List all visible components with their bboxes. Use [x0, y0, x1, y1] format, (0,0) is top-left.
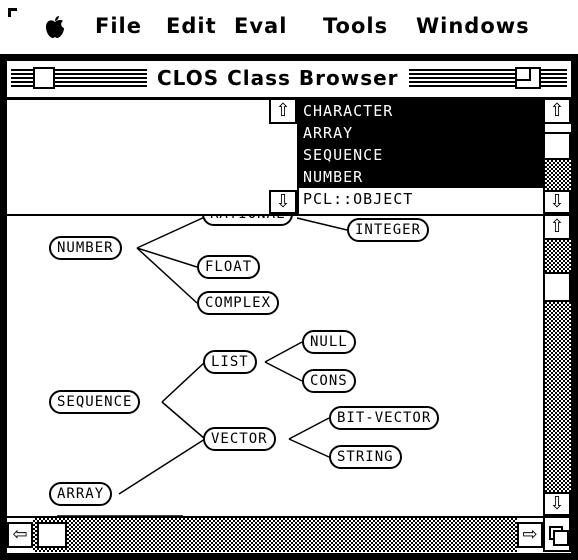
selector-scroll-gray: [545, 160, 571, 190]
close-box[interactable]: [33, 67, 55, 89]
graph-node-array[interactable]: ARRAY: [49, 482, 113, 506]
class-graph-pane[interactable]: RATIONAL INTEGER NUMBER FLOAT COMPLEX NU…: [7, 216, 543, 516]
title-bar[interactable]: CLOS Class Browser: [7, 61, 571, 100]
edge-list-null: [264, 341, 303, 363]
selector-scrollbar[interactable]: ⇧ ⇩: [543, 100, 571, 214]
menu-eval[interactable]: Eval: [234, 14, 287, 38]
edge-vector-string: [288, 438, 330, 458]
edge-list-cons: [264, 361, 303, 382]
size-box-icon[interactable]: [543, 516, 571, 552]
class-list-left[interactable]: [7, 100, 271, 214]
graph-node-cons[interactable]: CONS: [302, 369, 356, 393]
menu-tools[interactable]: Tools: [323, 14, 388, 38]
edge-rational-integer: [296, 217, 348, 231]
selector-scroll-thumb[interactable]: [543, 132, 571, 160]
graph-node-integer[interactable]: INTEGER: [347, 218, 430, 242]
clos-class-browser-window: CLOS Class Browser ⇧ ⇩ CHARACTER ARRAY S…: [4, 58, 574, 556]
menu-bar: File Edit Eval Tools Windows: [0, 0, 578, 54]
left-list-scrollbar[interactable]: ⇧ ⇩: [269, 100, 299, 214]
edge-number-complex: [136, 247, 198, 304]
zoom-icon: [517, 69, 531, 81]
graph-horizontal-scrollbar[interactable]: ⇦ ⇨: [7, 516, 543, 552]
graph-node-vector[interactable]: VECTOR: [203, 427, 276, 451]
graph-node-sequence[interactable]: SEQUENCE: [49, 390, 141, 414]
screen-corner: [8, 8, 17, 17]
graph-node-rational[interactable]: RATIONAL: [202, 216, 294, 226]
graph-node-number[interactable]: NUMBER: [49, 236, 122, 260]
graph-node-bit-vector[interactable]: BIT-VECTOR: [329, 406, 440, 430]
scroll-up-arrow-icon[interactable]: ⇧: [543, 216, 571, 240]
scroll-down-arrow-icon[interactable]: ⇩: [543, 190, 571, 214]
graph-hscroll-thumb[interactable]: [37, 522, 67, 548]
class-item-pcl-object[interactable]: PCL::OBJECT: [303, 188, 413, 210]
scroll-down-arrow-icon[interactable]: ⇩: [269, 190, 297, 214]
graph-edges: [57, 216, 348, 516]
graph-node-list[interactable]: LIST: [203, 350, 257, 374]
edge-sequence-list: [161, 361, 206, 403]
edge-sequence-vector: [161, 401, 206, 440]
scroll-right-arrow-icon[interactable]: ⇨: [517, 522, 543, 548]
edge-vector-bitvector: [288, 417, 330, 440]
graph-hscroll-track[interactable]: [33, 518, 517, 552]
class-item-sequence[interactable]: SEQUENCE: [303, 144, 383, 166]
class-item-array[interactable]: ARRAY: [303, 122, 353, 144]
class-selector-list[interactable]: CHARACTER ARRAY SEQUENCE NUMBER PCL::OBJ…: [299, 100, 543, 214]
scroll-left-arrow-icon[interactable]: ⇦: [7, 522, 33, 548]
scroll-up-arrow-icon[interactable]: ⇧: [543, 100, 571, 124]
apple-icon[interactable]: [44, 15, 66, 39]
scroll-down-arrow-icon[interactable]: ⇩: [543, 492, 571, 516]
edge-number-rational: [136, 216, 208, 249]
graph-vscroll-thumb[interactable]: [543, 272, 571, 302]
scroll-up-arrow-icon[interactable]: ⇧: [269, 100, 297, 124]
menu-windows[interactable]: Windows: [416, 14, 530, 38]
graph-node-complex[interactable]: COMPLEX: [197, 291, 280, 315]
edge-array-vector: [118, 438, 206, 495]
graph-vertical-scrollbar[interactable]: ⇧ ⇩: [543, 216, 571, 516]
zoom-box[interactable]: [515, 67, 541, 89]
edge-number-float: [136, 247, 198, 268]
class-item-character[interactable]: CHARACTER: [303, 100, 393, 122]
window-title: CLOS Class Browser: [147, 65, 409, 91]
graph-node-null[interactable]: NULL: [302, 330, 356, 354]
class-item-number[interactable]: NUMBER: [303, 166, 363, 188]
menu-file[interactable]: File: [95, 14, 142, 38]
graph-node-string[interactable]: STRING: [329, 445, 402, 469]
graph-node-float[interactable]: FLOAT: [197, 255, 261, 279]
menu-edit[interactable]: Edit: [166, 14, 217, 38]
